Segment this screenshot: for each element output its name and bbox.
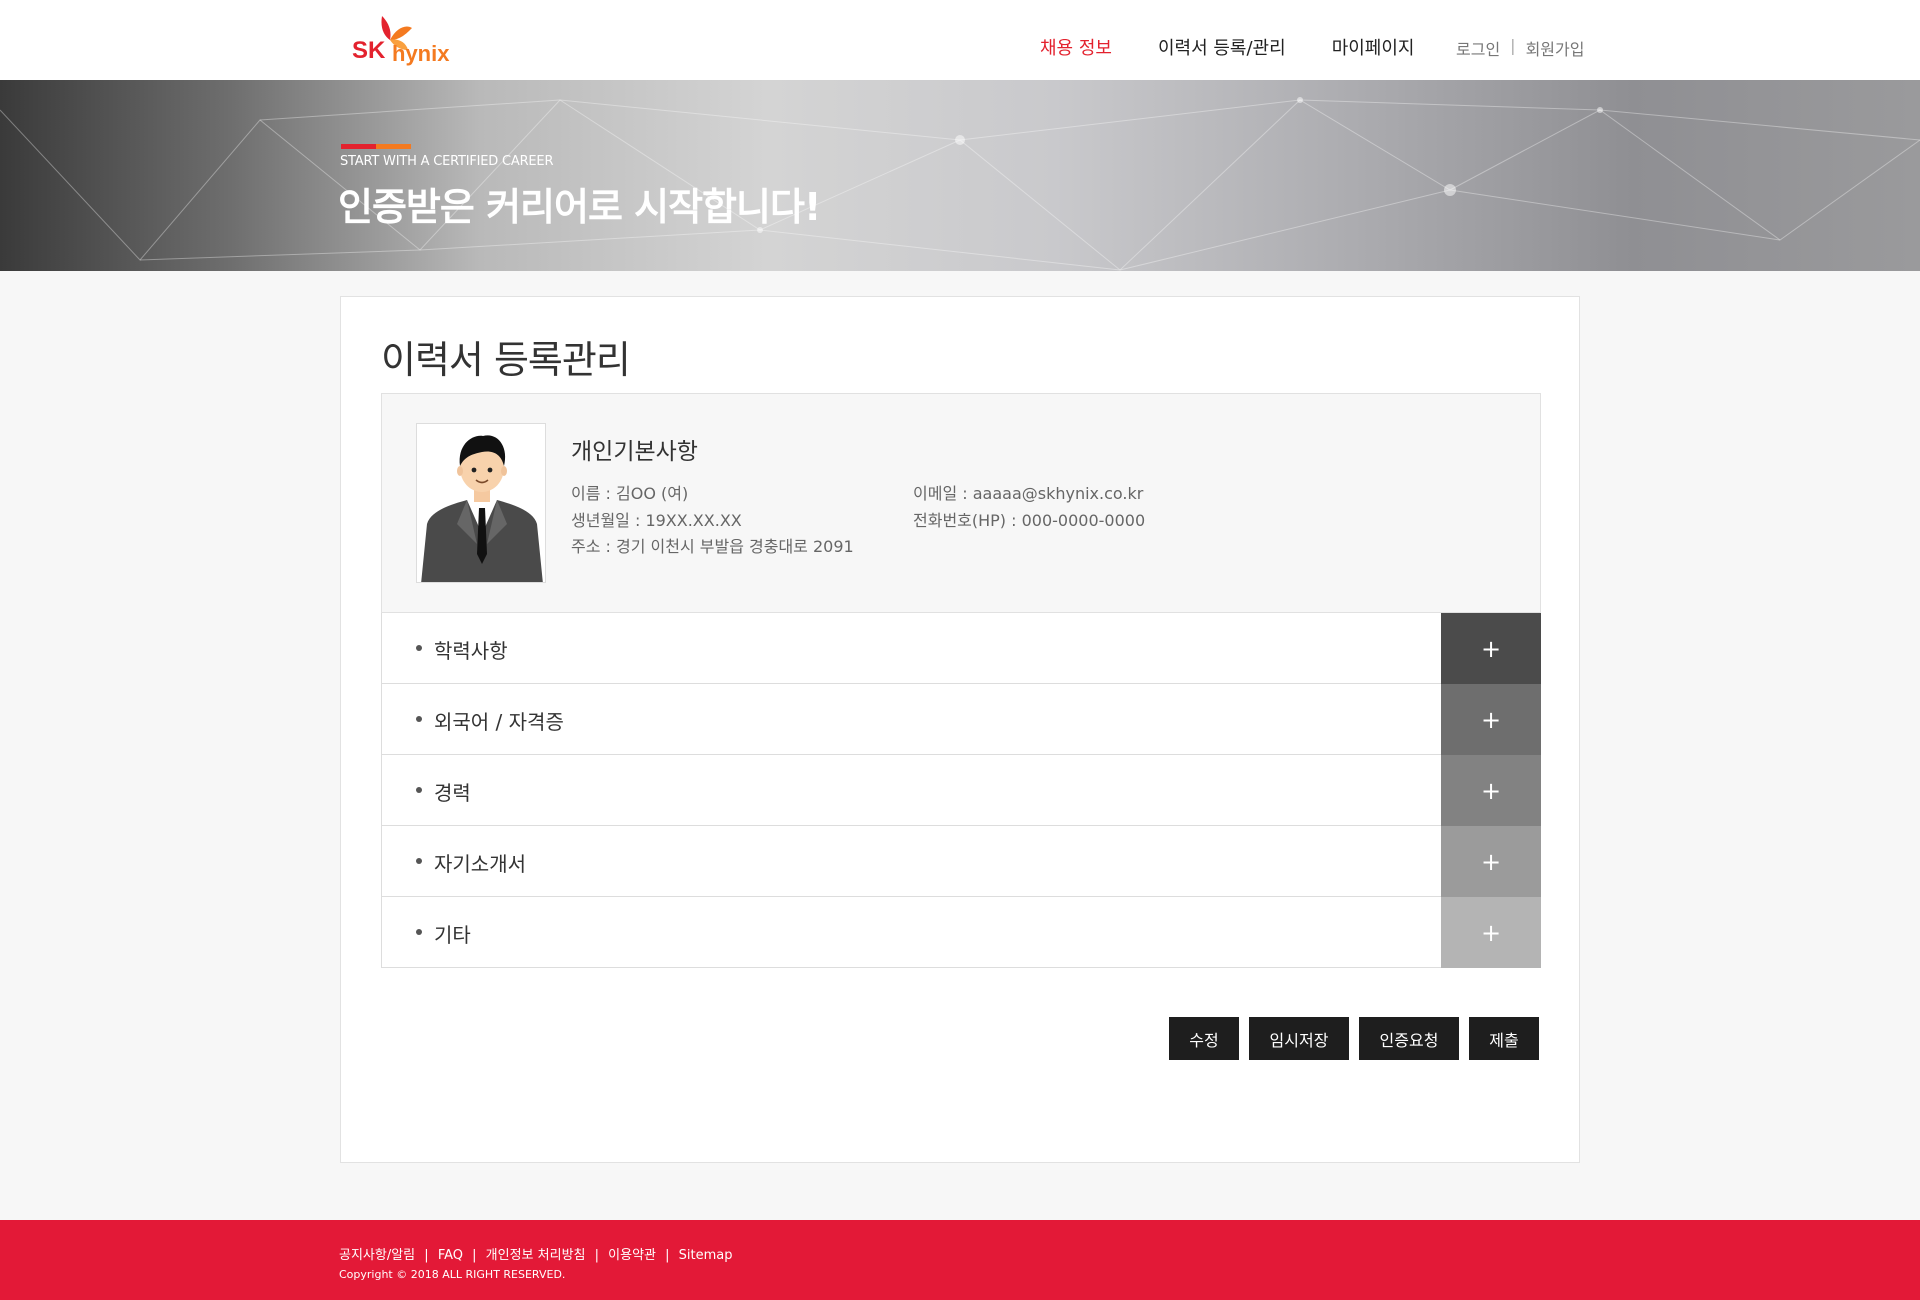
section-label: 외국어 / 자격증: [434, 710, 564, 734]
expand-plus-icon[interactable]: +: [1441, 755, 1541, 826]
footer-copyright: Copyright © 2018 ALL RIGHT RESERVED.: [339, 1268, 566, 1281]
section-education[interactable]: 학력사항 +: [381, 613, 1541, 684]
bullet-icon: [416, 716, 422, 722]
nav-item-resume[interactable]: 이력서 등록/관리: [1158, 34, 1286, 60]
profile-name: 이름 : 김OO (여): [571, 484, 689, 503]
footer-separator: |: [594, 1248, 600, 1263]
footer-link-notice[interactable]: 공지사항/알림: [339, 1248, 415, 1263]
edit-button[interactable]: 수정: [1169, 1017, 1239, 1060]
action-buttons: 수정 임시저장 인증요청 제출: [1169, 1017, 1539, 1060]
main-nav: 채용 정보 이력서 등록/관리 마이페이지: [1040, 34, 1461, 60]
expand-plus-icon[interactable]: +: [1441, 684, 1541, 755]
nav-item-jobs[interactable]: 채용 정보: [1040, 34, 1112, 60]
site-header: SK hynix 채용 정보 이력서 등록/관리 마이페이지 로그인 | 회원가…: [0, 0, 1920, 80]
footer-separator: |: [424, 1248, 429, 1263]
section-label: 기타: [434, 923, 471, 947]
profile-heading: 개인기본사항: [571, 439, 698, 465]
banner-title: 인증받은 커리어로 시작합니다!: [338, 185, 821, 229]
logo-butterfly-icon: SK hynix: [352, 16, 450, 66]
avatar-businessman-icon: [421, 435, 543, 582]
nav-item-mypage[interactable]: 마이페이지: [1332, 34, 1415, 60]
section-career[interactable]: 경력 +: [381, 755, 1541, 826]
resume-sections: 학력사항 + 외국어 / 자격증 + 경력 + 자기소개서 + 기타 +: [381, 613, 1541, 968]
profile-email: 이메일 : aaaaa@skhynix.co.kr: [913, 484, 1144, 503]
page-title: 이력서 등록관리: [381, 338, 631, 382]
submit-button[interactable]: 제출: [1469, 1017, 1539, 1060]
footer-link-faq[interactable]: FAQ: [438, 1248, 463, 1263]
profile-address: 주소 : 경기 이천시 부발읍 경충대로 2091: [571, 537, 854, 556]
expand-plus-icon[interactable]: +: [1441, 897, 1541, 968]
profile-photo: [416, 423, 546, 583]
footer-link-terms[interactable]: 이용약관: [608, 1248, 656, 1263]
signup-link[interactable]: 회원가입: [1526, 36, 1585, 60]
logo-sk-text: SK: [352, 37, 386, 64]
site-footer: 공지사항/알림 | FAQ | 개인정보 처리방침 | 이용약관 | Sitem…: [0, 1220, 1920, 1300]
bullet-icon: [416, 929, 422, 935]
bullet-icon: [416, 787, 422, 793]
section-etc[interactable]: 기타 +: [381, 897, 1541, 968]
profile-summary: 개인기본사항 이름 : 김OO (여) 생년월일 : 19XX.XX.XX 주소…: [381, 393, 1541, 613]
login-link[interactable]: 로그인: [1456, 36, 1500, 60]
section-label: 자기소개서: [434, 852, 526, 876]
expand-plus-icon[interactable]: +: [1441, 826, 1541, 897]
footer-links: 공지사항/알림 | FAQ | 개인정보 처리방침 | 이용약관 | Sitem…: [339, 1244, 733, 1263]
section-self-introduction[interactable]: 자기소개서 +: [381, 826, 1541, 897]
banner-accent-bar: [341, 134, 411, 149]
expand-plus-icon[interactable]: +: [1441, 613, 1541, 684]
logo-hynix-text: hynix: [392, 41, 450, 66]
section-label: 경력: [434, 781, 471, 805]
profile-phone: 전화번호(HP) : 000-0000-0000: [913, 511, 1146, 530]
hero-banner: START WITH A CERTIFIED CAREER 인증받은 커리어로 …: [0, 80, 1920, 271]
banner-subtitle: START WITH A CERTIFIED CAREER: [340, 154, 554, 169]
temp-save-button[interactable]: 임시저장: [1249, 1017, 1349, 1060]
bullet-icon: [416, 645, 422, 651]
section-language-certificate[interactable]: 외국어 / 자격증 +: [381, 684, 1541, 755]
auth-separator: |: [1510, 36, 1516, 55]
footer-link-sitemap[interactable]: Sitemap: [679, 1248, 733, 1263]
resume-card: 이력서 등록관리 개인기본사항 이름 : 김OO (여) 생년월일 : 19XX…: [340, 296, 1580, 1163]
cert-request-button[interactable]: 인증요청: [1359, 1017, 1459, 1060]
footer-separator: |: [472, 1248, 477, 1263]
sk-hynix-logo[interactable]: SK hynix: [350, 12, 460, 68]
section-label: 학력사항: [434, 639, 508, 663]
footer-link-privacy[interactable]: 개인정보 처리방침: [486, 1248, 586, 1263]
auth-links: 로그인 | 회원가입: [1456, 36, 1584, 60]
bullet-icon: [416, 858, 422, 864]
profile-birth: 생년월일 : 19XX.XX.XX: [571, 511, 742, 530]
footer-separator: |: [665, 1248, 670, 1263]
network-lines-decoration: [0, 97, 1920, 271]
